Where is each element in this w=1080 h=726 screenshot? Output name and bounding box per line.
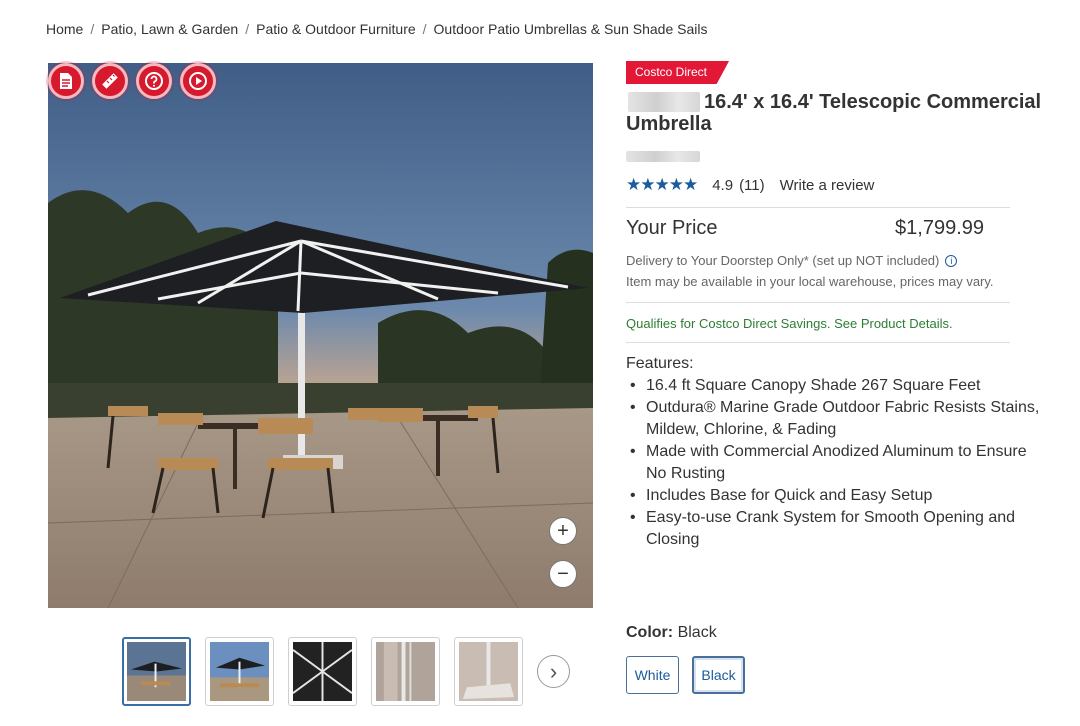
feature-item: Easy-to-use Crank System for Smooth Open… <box>626 507 1046 551</box>
chevron-right-icon: › <box>549 658 558 684</box>
zoom-out-button[interactable]: − <box>549 560 577 588</box>
feature-item: Includes Base for Quick and Easy Setup <box>626 485 1046 507</box>
thumbnail-5[interactable] <box>454 637 523 706</box>
divider <box>626 207 1010 208</box>
thumbnail-4[interactable] <box>371 637 440 706</box>
breadcrumb-separator: / <box>422 21 427 37</box>
thumbnail-next-button[interactable]: › <box>537 655 570 688</box>
color-label: Color: Black <box>626 624 717 642</box>
color-selected-value: Black <box>677 624 717 641</box>
write-review-link[interactable]: Write a review <box>780 177 875 194</box>
breadcrumb-home[interactable]: Home <box>46 21 83 37</box>
main-product-image[interactable] <box>48 63 593 608</box>
price-label: Your Price <box>626 217 718 239</box>
minus-icon: − <box>557 563 569 585</box>
product-title-text: 16.4' x 16.4' Telescopic Commercial Umbr… <box>626 91 1042 135</box>
star-rating-icon[interactable]: ★★★★★ <box>626 175 698 195</box>
breadcrumb: Home / Patio, Lawn & Garden / Patio & Outdoo… <box>46 21 707 37</box>
question-icon[interactable] <box>136 63 172 99</box>
price-row: Your Price $1,799.99 <box>626 217 984 240</box>
features-list: 16.4 ft Square Canopy Shade 267 Square F… <box>626 375 1046 551</box>
feature-item: Made with Commercial Anodized Aluminum t… <box>626 441 1046 485</box>
divider <box>626 342 1010 343</box>
info-icon[interactable]: i <box>945 255 958 267</box>
play-icon[interactable] <box>180 63 216 99</box>
color-label-title: Color: <box>626 624 674 641</box>
breadcrumb-outdoor-furniture[interactable]: Patio & Outdoor Furniture <box>256 21 416 37</box>
delivery-text: Delivery to Your Doorstep Only* (set up … <box>626 253 940 268</box>
product-title: 16.4' x 16.4' Telescopic Commercial Umbr… <box>626 91 1046 135</box>
review-count[interactable]: (11) <box>739 177 765 194</box>
divider <box>626 302 1010 303</box>
direct-savings-link[interactable]: Qualifies for Costco Direct Savings. See… <box>626 316 953 331</box>
plus-icon: + <box>557 520 569 542</box>
warehouse-note: Item may be available in your local ware… <box>626 274 994 289</box>
features-section: Features: 16.4 ft Square Canopy Shade 26… <box>626 353 1046 551</box>
zoom-in-button[interactable]: + <box>549 517 577 545</box>
color-option-white[interactable]: White <box>626 656 679 694</box>
breadcrumb-separator: / <box>245 21 250 37</box>
rating-summary: ★★★★★ 4.9 (11) Write a review <box>626 175 874 195</box>
rating-score: 4.9 <box>712 176 734 194</box>
breadcrumb-patio-lawn-garden[interactable]: Patio, Lawn & Garden <box>101 21 238 37</box>
document-icon[interactable] <box>48 63 84 99</box>
price-value: $1,799.99 <box>895 217 984 239</box>
thumbnail-3[interactable] <box>288 637 357 706</box>
delivery-note: Delivery to Your Doorstep Only* (set up … <box>626 253 958 268</box>
gallery-tools <box>48 63 216 99</box>
thumbnail-strip <box>122 637 523 706</box>
ruler-icon[interactable] <box>92 63 128 99</box>
thumbnail-1[interactable] <box>122 637 191 706</box>
costco-direct-badge: Costco Direct <box>626 61 730 84</box>
breadcrumb-umbrellas[interactable]: Outdoor Patio Umbrellas & Sun Shade Sail… <box>434 21 708 37</box>
features-heading: Features: <box>626 355 694 372</box>
feature-item: Outdura® Marine Grade Outdoor Fabric Res… <box>626 397 1046 441</box>
feature-item: 16.4 ft Square Canopy Shade 267 Square F… <box>626 375 1046 397</box>
breadcrumb-separator: / <box>90 21 95 37</box>
color-option-black[interactable]: Black <box>692 656 745 694</box>
item-number-redacted <box>626 151 700 162</box>
thumbnail-2[interactable] <box>205 637 274 706</box>
